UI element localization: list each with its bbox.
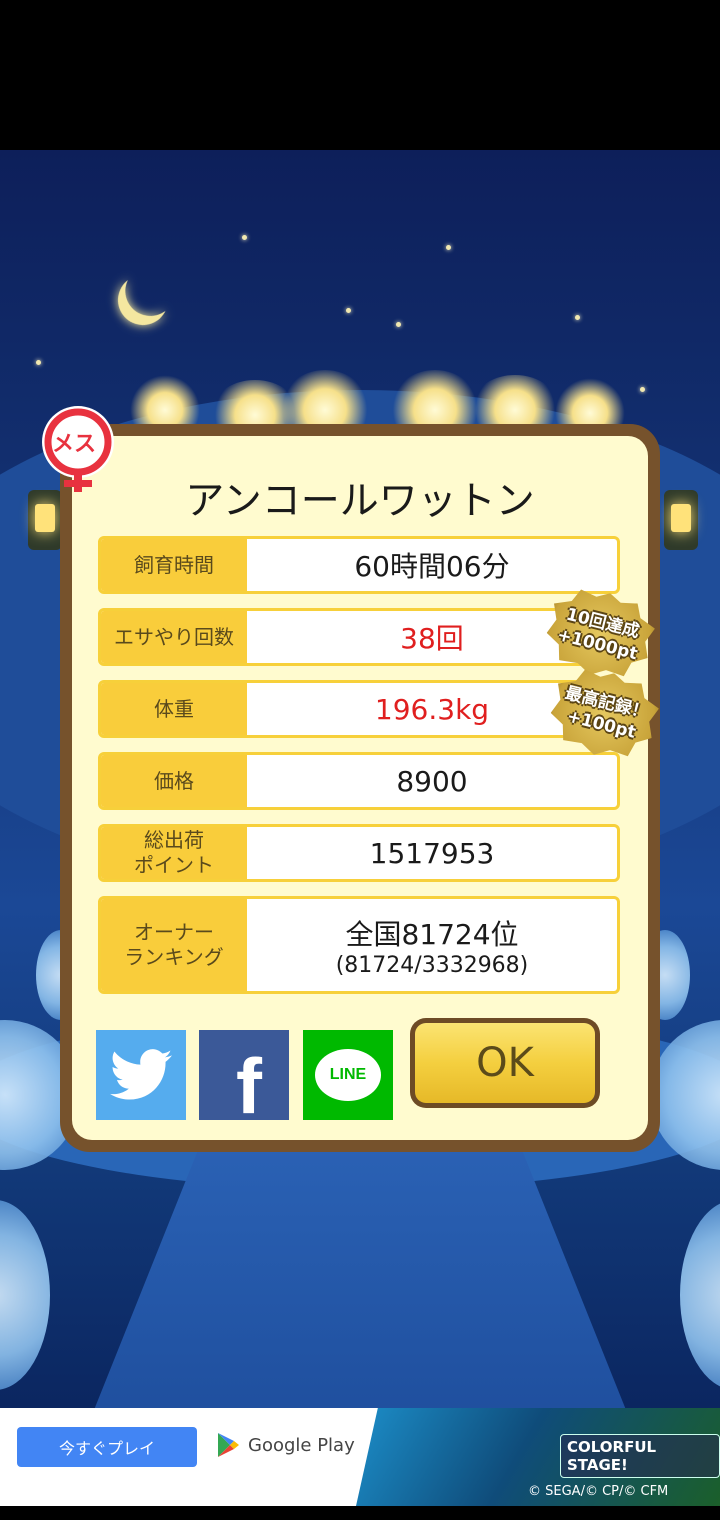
facebook-icon: f	[236, 1041, 262, 1130]
store-name: Google Play	[248, 1434, 355, 1456]
stat-row-weight: 体重 196.3kg	[98, 680, 620, 738]
female-gender-icon: メス	[34, 404, 122, 496]
result-dialog: アンコールワットン 飼育時間 60時間06分 エサやり回数 38回 体重 196…	[60, 424, 660, 1152]
street-lamp-left	[28, 490, 62, 550]
moon-icon	[111, 268, 175, 332]
google-play-icon	[218, 1433, 239, 1457]
navigation-bar	[0, 1506, 720, 1520]
line-icon: LINE	[315, 1049, 381, 1101]
ranking-detail: (81724/3332968)	[335, 952, 529, 978]
google-play-label: Google Play	[216, 1432, 355, 1458]
line-share-button[interactable]: LINE	[303, 1030, 393, 1120]
ranking-value: 全国81724位 (81724/3332968)	[247, 899, 617, 991]
pet-name-title: アンコールワットン	[185, 479, 535, 524]
line-logo-text: LINE	[329, 1066, 367, 1083]
ad-copyright: © SEGA/© CP/© CFM	[528, 1484, 669, 1499]
gender-label: メス	[52, 432, 97, 457]
stat-value: 60時間06分	[354, 550, 510, 583]
play-now-button[interactable]: 今すぐプレイ	[17, 1427, 197, 1467]
twitter-icon	[110, 1049, 172, 1100]
game-logo: COLORFUL STAGE!	[560, 1434, 720, 1478]
stat-label: 総出荷 ポイント	[101, 827, 247, 879]
stat-label: エサやり回数	[101, 611, 247, 663]
street-lamp-right	[664, 490, 698, 550]
stat-row-owner-ranking: オーナー ランキング 全国81724位 (81724/3332968)	[98, 896, 620, 994]
ok-button-label: OK	[476, 1040, 534, 1086]
stat-row-feed-count: エサやり回数 38回	[98, 608, 620, 666]
twitter-share-button[interactable]	[96, 1030, 186, 1120]
result-panel: アンコールワットン 飼育時間 60時間06分 エサやり回数 38回 体重 196…	[72, 436, 648, 1140]
stat-row-total-points: 総出荷 ポイント 1517953	[98, 824, 620, 882]
stat-label: 価格	[101, 755, 247, 807]
stat-label: 飼育時間	[101, 539, 247, 591]
stat-row-breeding-time: 飼育時間 60時間06分	[98, 536, 620, 594]
ok-button[interactable]: OK	[410, 1018, 600, 1108]
facebook-share-button[interactable]: f	[199, 1030, 289, 1130]
stat-value: 1517953	[369, 836, 495, 870]
stat-value: 8900	[396, 764, 468, 798]
ad-banner[interactable]: 今すぐプレイ Google Play COLORFUL STAGE! © SEG…	[0, 1408, 720, 1506]
ranking-rank: 全国81724位	[345, 917, 519, 951]
road	[90, 1150, 630, 1408]
stat-label: オーナー ランキング	[101, 899, 247, 991]
status-bar	[0, 0, 720, 150]
stat-label: 体重	[101, 683, 247, 735]
stat-row-price: 価格 8900	[98, 752, 620, 810]
